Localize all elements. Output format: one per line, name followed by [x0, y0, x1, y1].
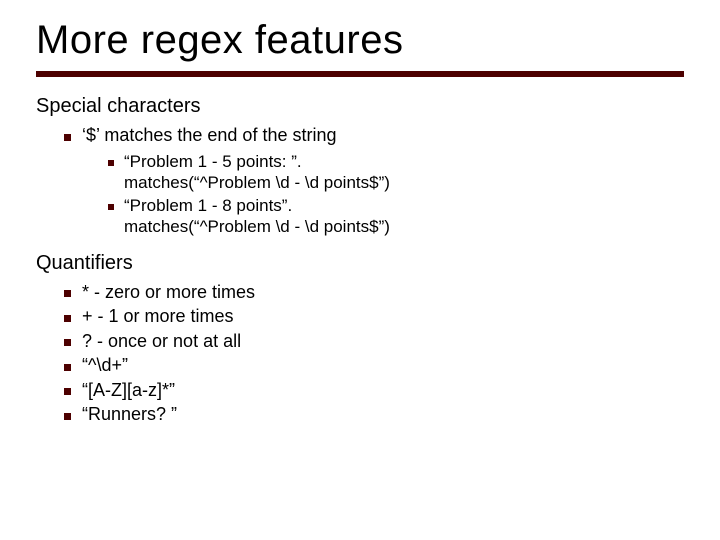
- list-item-text: * - zero or more times: [82, 282, 255, 302]
- list-item: “Problem 1 - 8 points”. matches(“^Proble…: [124, 195, 684, 238]
- list-item: * - zero or more times: [82, 281, 684, 304]
- list-special-characters: ‘$’ matches the end of the string “Probl…: [36, 124, 684, 238]
- list-item-text: “Problem 1 - 8 points”. matches(“^Proble…: [124, 196, 390, 236]
- section-heading-special-characters: Special characters: [36, 95, 684, 118]
- list-item: “[A-Z][a-z]*”: [82, 379, 684, 402]
- list-item: “Runners? ”: [82, 403, 684, 426]
- list-item-text: ‘$’ matches the end of the string: [82, 125, 336, 145]
- sublist: “Problem 1 - 5 points: ”. matches(“^Prob…: [82, 151, 684, 238]
- list-item: ‘$’ matches the end of the string “Probl…: [82, 124, 684, 238]
- list-item: “Problem 1 - 5 points: ”. matches(“^Prob…: [124, 151, 684, 194]
- list-item: + - 1 or more times: [82, 305, 684, 328]
- list-item-text: ? - once or not at all: [82, 331, 241, 351]
- title-rule: [36, 71, 684, 77]
- list-item-text: “^\d+”: [82, 355, 128, 375]
- list-item: “^\d+”: [82, 354, 684, 377]
- section-heading-quantifiers: Quantifiers: [36, 252, 684, 275]
- list-quantifiers: * - zero or more times + - 1 or more tim…: [36, 281, 684, 426]
- slide: More regex features Special characters ‘…: [0, 0, 720, 540]
- list-item-text: “Runners? ”: [82, 404, 177, 424]
- list-item-text: “Problem 1 - 5 points: ”. matches(“^Prob…: [124, 152, 390, 192]
- list-item-text: “[A-Z][a-z]*”: [82, 380, 175, 400]
- slide-title: More regex features: [36, 18, 684, 65]
- list-item: ? - once or not at all: [82, 330, 684, 353]
- list-item-text: + - 1 or more times: [82, 306, 234, 326]
